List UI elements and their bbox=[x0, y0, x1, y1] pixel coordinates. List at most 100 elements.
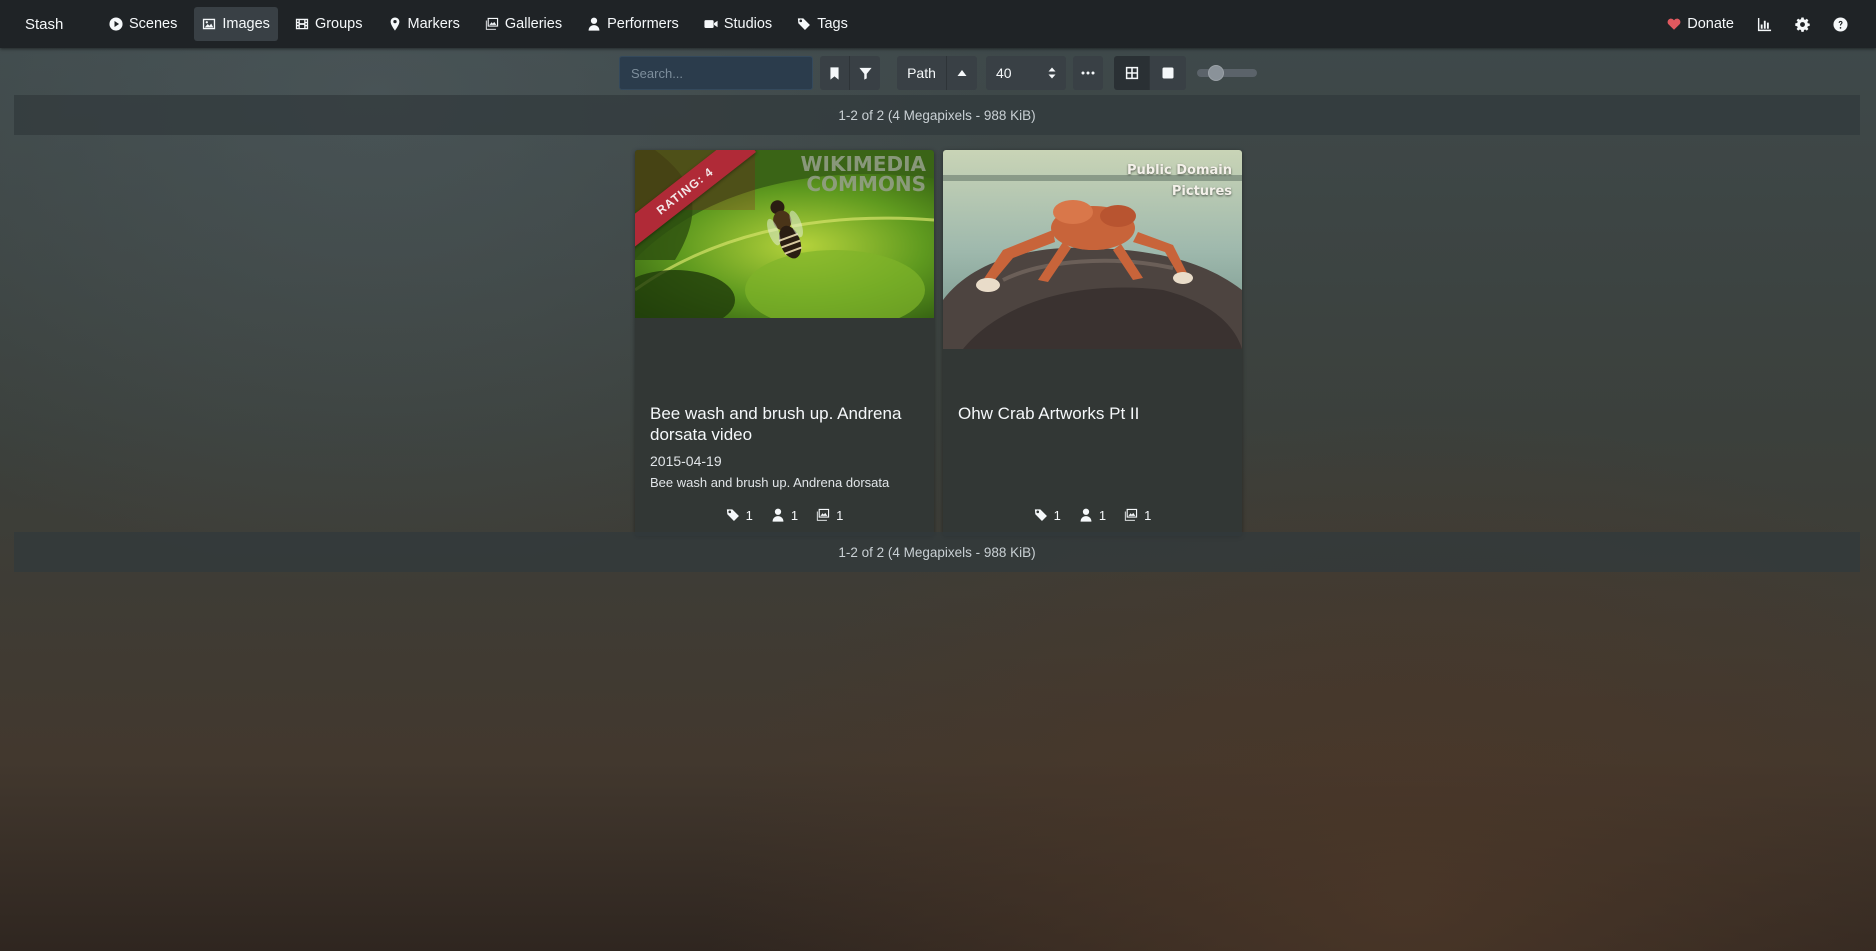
brand-link[interactable]: Stash bbox=[25, 16, 101, 33]
user-icon bbox=[588, 17, 600, 31]
performer-count-button[interactable]: 1 bbox=[1079, 503, 1106, 527]
user-icon bbox=[772, 508, 784, 522]
nav-item-groups[interactable]: Groups bbox=[287, 7, 371, 41]
nav-item-label: Tags bbox=[817, 16, 848, 32]
nav-item-scenes[interactable]: Scenes bbox=[101, 7, 185, 41]
sort-button-group: Path bbox=[897, 56, 977, 90]
pagination-summary-bottom: 1-2 of 2 (4 Megapixels - 988 KiB) bbox=[14, 532, 1860, 572]
ellipsis-icon bbox=[1081, 71, 1095, 75]
nav-item-studios[interactable]: Studios bbox=[696, 7, 780, 41]
performer-count-button[interactable]: 1 bbox=[771, 503, 798, 527]
edit-filter-button[interactable] bbox=[850, 56, 880, 90]
pagination-summary-top: 1-2 of 2 (4 Megapixels - 988 KiB) bbox=[14, 95, 1860, 135]
performer-count: 1 bbox=[790, 507, 799, 523]
image-icon bbox=[203, 18, 216, 30]
images-icon bbox=[485, 17, 498, 30]
performer-count: 1 bbox=[1098, 507, 1107, 523]
image-thumbnail[interactable]: WIKIMEDIA COMMONS RATING: 4 bbox=[635, 150, 934, 318]
search-input[interactable] bbox=[619, 56, 813, 90]
image-card[interactable]: WIKIMEDIA COMMONS RATING: 4 Bee wash and… bbox=[635, 150, 934, 536]
bookmark-icon bbox=[830, 66, 839, 80]
saved-filters-button[interactable] bbox=[820, 56, 850, 90]
image-thumbnail[interactable]: Public Domain Pictures bbox=[943, 150, 1242, 349]
sort-by-dropdown[interactable]: Path bbox=[897, 56, 947, 90]
nav-item-images[interactable]: Images bbox=[194, 7, 278, 41]
stats-button[interactable] bbox=[1748, 7, 1780, 41]
wall-view-button[interactable] bbox=[1150, 56, 1186, 90]
image-card[interactable]: Public Domain Pictures Ohw Crab Artworks… bbox=[943, 150, 1242, 536]
chart-icon bbox=[1757, 17, 1771, 31]
summary-text: 1-2 of 2 (4 Megapixels - 988 KiB) bbox=[838, 107, 1036, 123]
card-popovers: 1 1 1 bbox=[635, 503, 934, 527]
nav-right-group: Donate bbox=[1659, 0, 1856, 48]
video-icon bbox=[704, 20, 718, 28]
donate-button[interactable]: Donate bbox=[1659, 7, 1742, 41]
sort-by-label: Path bbox=[907, 65, 936, 81]
card-title[interactable]: Bee wash and brush up. Andrena dorsata v… bbox=[650, 403, 925, 445]
watermark-line1: WIKIMEDIA bbox=[800, 152, 926, 176]
sort-arrows-icon bbox=[1048, 67, 1056, 79]
nav-item-galleries[interactable]: Galleries bbox=[477, 7, 570, 41]
filter-icon bbox=[858, 67, 872, 80]
tag-count: 1 bbox=[745, 507, 753, 523]
tag-count-button[interactable]: 1 bbox=[726, 503, 753, 527]
nav-item-label: Galleries bbox=[504, 16, 563, 32]
nav-item-markers[interactable]: Markers bbox=[380, 7, 468, 41]
caret-up-icon bbox=[957, 70, 967, 76]
watermark-line2: COMMONS bbox=[806, 172, 926, 196]
images-icon bbox=[816, 508, 830, 521]
summary-text: 1-2 of 2 (4 Megapixels - 988 KiB) bbox=[838, 544, 1036, 560]
gallery-count-button[interactable]: 1 bbox=[816, 503, 843, 527]
more-options-wrapper bbox=[1073, 56, 1103, 90]
nav-item-performers[interactable]: Performers bbox=[579, 7, 687, 41]
tag-count: 1 bbox=[1053, 507, 1061, 523]
donate-label: Donate bbox=[1687, 16, 1734, 32]
user-icon bbox=[1080, 508, 1092, 522]
gear-icon bbox=[1794, 16, 1810, 32]
sort-direction-button[interactable] bbox=[947, 56, 977, 90]
nav-item-label: Markers bbox=[407, 16, 460, 32]
main-nav: Scenes Images Groups Markers Galleries P… bbox=[101, 7, 865, 41]
zoom-slider-thumb[interactable] bbox=[1208, 65, 1224, 81]
nav-item-tags[interactable]: Tags bbox=[789, 7, 856, 41]
heart-icon bbox=[1667, 18, 1681, 30]
card-popovers: 1 1 1 bbox=[943, 503, 1242, 527]
grid-view-button[interactable] bbox=[1114, 56, 1150, 90]
square-icon bbox=[1162, 67, 1174, 79]
wikimedia-watermark: WIKIMEDIA COMMONS bbox=[800, 154, 926, 194]
more-options-button[interactable] bbox=[1073, 56, 1103, 90]
card-date: 2015-04-19 bbox=[650, 453, 722, 469]
images-icon bbox=[1124, 508, 1138, 521]
tag-icon bbox=[1034, 509, 1047, 521]
help-button[interactable] bbox=[1824, 7, 1856, 41]
film-icon bbox=[295, 18, 309, 30]
help-icon bbox=[1832, 16, 1848, 32]
public-domain-watermark: Public Domain Pictures bbox=[1127, 160, 1232, 202]
top-navbar: Stash Scenes Images Groups Markers Galle… bbox=[0, 0, 1876, 48]
tag-count-button[interactable]: 1 bbox=[1034, 503, 1061, 527]
tag-icon bbox=[798, 18, 811, 30]
watermark-line1: Public Domain bbox=[1127, 163, 1232, 178]
per-page-select-wrapper: 40 bbox=[986, 56, 1066, 90]
nav-item-label: Performers bbox=[607, 16, 679, 32]
nav-item-label: Images bbox=[222, 16, 270, 32]
gallery-count-button[interactable]: 1 bbox=[1124, 503, 1151, 527]
watermark-line2: Pictures bbox=[1171, 184, 1232, 199]
zoom-slider[interactable] bbox=[1197, 65, 1257, 81]
settings-button[interactable] bbox=[1786, 7, 1818, 41]
card-description: Bee wash and brush up. Andrena dorsata bbox=[650, 475, 890, 490]
nav-item-label: Scenes bbox=[129, 16, 178, 32]
nav-item-label: Studios bbox=[723, 16, 773, 32]
filter-button-group bbox=[820, 56, 880, 90]
gallery-count: 1 bbox=[836, 507, 844, 523]
play-circle-icon bbox=[109, 17, 123, 31]
gallery-count: 1 bbox=[1144, 507, 1152, 523]
display-mode-group bbox=[1114, 56, 1186, 90]
per-page-select[interactable]: 40 bbox=[986, 56, 1066, 90]
tag-icon bbox=[726, 509, 739, 521]
list-toolbar: Path 40 bbox=[0, 56, 1876, 90]
card-title[interactable]: Ohw Crab Artworks Pt II bbox=[958, 403, 1233, 424]
per-page-value: 40 bbox=[996, 65, 1012, 81]
grid-icon bbox=[1125, 66, 1138, 80]
map-marker-icon bbox=[390, 17, 399, 31]
